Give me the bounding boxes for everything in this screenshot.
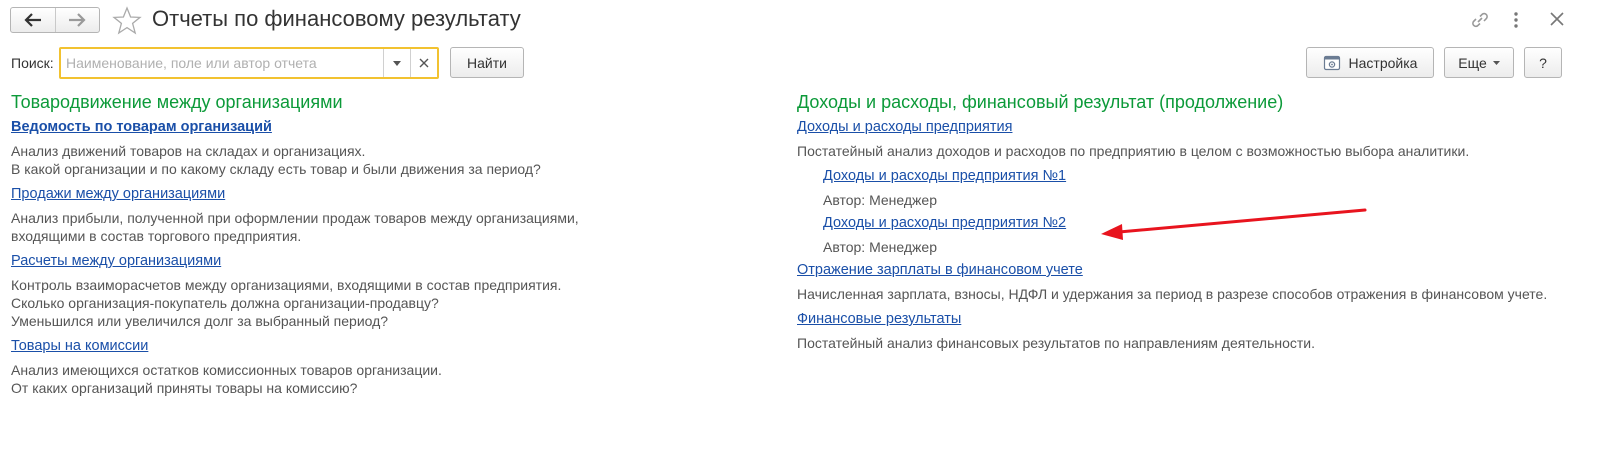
search-field	[59, 47, 439, 79]
report-link[interactable]: Отражение зарплаты в финансовом учете	[797, 261, 1083, 279]
description-line: Контроль взаиморасчетов между организаци…	[11, 277, 562, 293]
report-item: Доходы и расходы предприятия Постатейный…	[797, 118, 1577, 160]
back-button[interactable]	[11, 8, 55, 32]
description-line: Анализ прибыли, полученной при оформлени…	[11, 210, 579, 226]
search-label: Поиск:	[11, 55, 54, 71]
report-item: Товары на комиссии Анализ имеющихся оста…	[11, 337, 751, 397]
section-heading: Доходы и расходы, финансовый результат (…	[797, 92, 1284, 112]
more-button[interactable]: Еще	[1444, 47, 1514, 78]
description-line: Постатейный анализ доходов и расходов по…	[797, 143, 1470, 159]
forward-button[interactable]	[54, 8, 100, 32]
description-line: входящими в состав торгового предприятия…	[11, 228, 302, 244]
find-button[interactable]: Найти	[450, 47, 524, 78]
caret-down-icon	[393, 60, 401, 66]
report-variant-link[interactable]: Доходы и расходы предприятия №2	[823, 214, 1066, 232]
caret-down-icon	[1492, 60, 1500, 65]
report-description: Анализ прибыли, полученной при оформлени…	[11, 209, 751, 245]
more-label: Еще	[1458, 54, 1487, 71]
search-clear-button[interactable]	[410, 49, 437, 77]
description-line: Анализ имеющихся остатков комиссионных т…	[11, 362, 442, 378]
report-link[interactable]: Расчеты между организациями	[11, 252, 221, 270]
report-link[interactable]: Товары на комиссии	[11, 337, 148, 355]
report-description: Контроль взаиморасчетов между организаци…	[11, 276, 751, 330]
left-column: Товародвижение между организациями Ведом…	[11, 90, 751, 404]
report-link[interactable]: Ведомость по товарам организаций	[11, 118, 272, 136]
report-item: Продажи между организациями Анализ прибы…	[11, 185, 751, 245]
annotation-arrow-icon	[1101, 208, 1367, 240]
report-item: Расчеты между организациями Контроль вза…	[11, 252, 751, 330]
description-line: Уменьшился или увеличился долг за выбран…	[11, 313, 389, 329]
report-link[interactable]: Финансовые результаты	[797, 310, 961, 328]
search-input[interactable]	[61, 49, 383, 77]
report-item: Финансовые результаты Постатейный анализ…	[797, 310, 1577, 352]
help-button[interactable]: ?	[1524, 47, 1562, 78]
section-heading: Товародвижение между организациями	[11, 92, 343, 112]
report-link[interactable]: Продажи между организациями	[11, 185, 225, 203]
report-variant-link[interactable]: Доходы и расходы предприятия №1	[823, 167, 1066, 185]
report-description: Анализ движений товаров на складах и орг…	[11, 142, 751, 178]
navigation-buttons	[10, 7, 100, 33]
favorite-star-icon[interactable]	[112, 6, 142, 41]
clear-icon	[419, 58, 429, 68]
settings-icon	[1323, 55, 1340, 70]
report-item: Ведомость по товарам организаций Анализ …	[11, 118, 751, 178]
page-title: Отчеты по финансовому результату	[152, 6, 521, 31]
report-description: Постатейный анализ финансовых результато…	[797, 334, 1577, 352]
description-line: Начисленная зарплата, взносы, НДФЛ и уде…	[797, 286, 1548, 302]
settings-button[interactable]: Настройка	[1306, 47, 1434, 78]
description-line: От каких организаций приняты товары на к…	[11, 380, 358, 396]
description-line: Анализ движений товаров на складах и орг…	[11, 143, 366, 159]
description-line: Постатейный анализ финансовых результато…	[797, 335, 1316, 351]
description-line: В какой организации и по какому складу е…	[11, 161, 541, 177]
report-description: Постатейный анализ доходов и расходов по…	[797, 142, 1577, 160]
search-dropdown-button[interactable]	[383, 49, 410, 77]
description-line: Сколько организация-покупатель должна ор…	[11, 295, 439, 311]
close-icon[interactable]	[1549, 11, 1565, 32]
report-description: Начисленная зарплата, взносы, НДФЛ и уде…	[797, 285, 1577, 303]
report-description: Анализ имеющихся остатков комиссионных т…	[11, 361, 751, 397]
arrow-left-icon	[24, 13, 41, 27]
link-icon[interactable]	[1470, 10, 1490, 35]
report-item: Отражение зарплаты в финансовом учете На…	[797, 261, 1577, 303]
more-vertical-icon[interactable]	[1511, 10, 1521, 35]
arrow-right-icon	[69, 13, 86, 27]
settings-label: Настройка	[1348, 54, 1418, 71]
report-link[interactable]: Доходы и расходы предприятия	[797, 118, 1012, 136]
